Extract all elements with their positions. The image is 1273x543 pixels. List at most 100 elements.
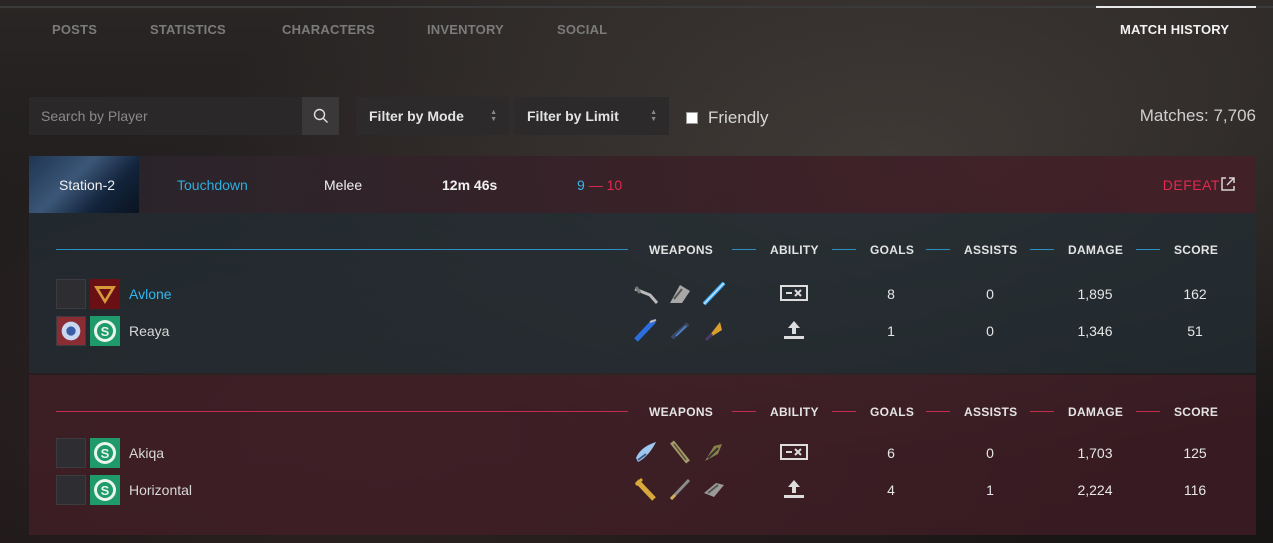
- matches-count: Matches: 7,706: [1139, 106, 1256, 125]
- weapon-icon: [636, 442, 656, 462]
- col-goals: GOALS: [870, 243, 915, 257]
- divider-dash: [732, 249, 756, 250]
- col-weapons: WEAPONS: [649, 243, 714, 257]
- tab-posts[interactable]: POSTS: [52, 22, 97, 37]
- select-arrows-icon: ▲ ▼: [490, 109, 497, 123]
- external-link-icon[interactable]: [1220, 176, 1236, 192]
- col-score: SCORE: [1174, 405, 1219, 419]
- player-row[interactable]: S Horizontal 4 1 2,224 116: [29, 473, 1256, 505]
- goals-value: 1: [887, 323, 895, 339]
- weapon-icon: [669, 478, 691, 501]
- weapon-icon: [705, 444, 722, 461]
- blue-score: 9: [577, 177, 585, 193]
- col-assists: ASSISTS: [964, 243, 1018, 257]
- weapon-icon: [704, 483, 724, 497]
- col-damage: DAMAGE: [1068, 243, 1124, 257]
- red-score: 10: [606, 177, 623, 193]
- col-weapons: WEAPONS: [649, 405, 714, 419]
- tab-inventory[interactable]: INVENTORY: [427, 22, 504, 37]
- team-divider-line: [56, 249, 628, 250]
- blue-team-panel: WEAPONS ABILITY GOALS ASSISTS DAMAGE SCO…: [29, 213, 1256, 373]
- goals-value: 4: [887, 482, 895, 498]
- friendly-label: Friendly: [708, 108, 769, 127]
- divider-dash: [832, 411, 856, 412]
- score-separator: —: [588, 177, 603, 193]
- tab-social[interactable]: SOCIAL: [557, 22, 607, 37]
- match-duration: 12m 46s: [442, 177, 498, 193]
- player-row[interactable]: S Akiqa 6 0 1,703 125: [29, 436, 1256, 468]
- assists-value: 0: [986, 323, 994, 339]
- divider-dash: [926, 411, 950, 412]
- damage-value: 1,703: [1077, 445, 1113, 461]
- svg-text:S: S: [101, 483, 110, 498]
- player-name[interactable]: Horizontal: [129, 482, 192, 498]
- divider-dash: [926, 249, 950, 250]
- upload-ability-icon: [784, 321, 804, 339]
- search-button[interactable]: [302, 97, 339, 135]
- friendly-checkbox[interactable]: [686, 112, 698, 124]
- character-slot: [56, 438, 86, 468]
- character-portrait: [56, 316, 86, 346]
- assists-value: 0: [986, 286, 994, 302]
- assists-value: 0: [986, 445, 994, 461]
- damage-value: 1,895: [1077, 286, 1113, 302]
- match-header[interactable]: Station-2 Touchdown Melee 12m 46s 9 — 10…: [29, 156, 1256, 213]
- score-value: 162: [1183, 286, 1207, 302]
- top-nav: POSTS STATISTICS CHARACTERS INVENTORY SO…: [0, 6, 1273, 66]
- weapon-icon: [670, 322, 690, 340]
- svg-text:S: S: [101, 446, 110, 461]
- svg-text:S: S: [101, 324, 110, 339]
- divider-dash: [1030, 411, 1054, 412]
- character-slot: [56, 279, 86, 309]
- select-arrows-icon: ▲ ▼: [650, 109, 657, 123]
- red-team-panel: WEAPONS ABILITY GOALS ASSISTS DAMAGE SCO…: [29, 375, 1256, 535]
- player-name[interactable]: Akiqa: [129, 445, 164, 461]
- dash-ability-icon: [780, 444, 808, 460]
- search-input[interactable]: [29, 97, 302, 135]
- match-type: Melee: [324, 177, 363, 193]
- mode-filter-select[interactable]: Filter by Mode ▲ ▼: [356, 97, 509, 135]
- damage-value: 1,346: [1077, 323, 1113, 339]
- triangle-emblem-icon: [90, 279, 120, 309]
- player-row[interactable]: Avlone 8 0 1,895 162: [29, 277, 1256, 309]
- match-score: 9 — 10: [577, 177, 622, 193]
- col-assists: ASSISTS: [964, 405, 1018, 419]
- divider-dash: [1030, 249, 1054, 250]
- goals-value: 8: [887, 286, 895, 302]
- map-name: Station-2: [59, 177, 116, 193]
- divider-dash: [832, 249, 856, 250]
- s-emblem-icon: S: [90, 316, 120, 346]
- character-slot: [56, 475, 86, 505]
- limit-filter-select[interactable]: Filter by Limit ▲ ▼: [514, 97, 669, 135]
- active-tab-indicator: [1096, 6, 1256, 8]
- divider-dash: [732, 411, 756, 412]
- player-row[interactable]: S Reaya 1 0 1,346 51: [29, 314, 1256, 346]
- damage-value: 2,224: [1077, 482, 1113, 498]
- team-divider-line: [56, 411, 628, 412]
- weapon-icon: [634, 319, 657, 342]
- divider-dash: [1136, 411, 1160, 412]
- search-box: [29, 97, 339, 135]
- weapon-icon: [670, 440, 690, 464]
- assists-value: 1: [986, 482, 994, 498]
- s-emblem-icon: S: [90, 475, 120, 505]
- s-emblem-icon: S: [90, 438, 120, 468]
- score-value: 125: [1183, 445, 1207, 461]
- col-goals: GOALS: [870, 405, 915, 419]
- weapon-icon: [634, 477, 656, 501]
- score-value: 116: [1183, 482, 1207, 498]
- tab-statistics[interactable]: STATISTICS: [150, 22, 226, 37]
- player-name[interactable]: Avlone: [129, 286, 172, 302]
- weapon-icon: [702, 281, 726, 306]
- dash-ability-icon: [780, 285, 808, 301]
- col-damage: DAMAGE: [1068, 405, 1124, 419]
- friendly-filter: Friendly: [686, 108, 768, 128]
- player-name[interactable]: Reaya: [129, 323, 169, 339]
- score-value: 51: [1187, 323, 1203, 339]
- weapon-icon: [670, 285, 690, 303]
- tab-characters[interactable]: CHARACTERS: [282, 22, 375, 37]
- upload-ability-icon: [784, 480, 804, 498]
- tab-match-history[interactable]: MATCH HISTORY: [1120, 22, 1229, 37]
- col-score: SCORE: [1174, 243, 1219, 257]
- col-ability: ABILITY: [770, 405, 819, 419]
